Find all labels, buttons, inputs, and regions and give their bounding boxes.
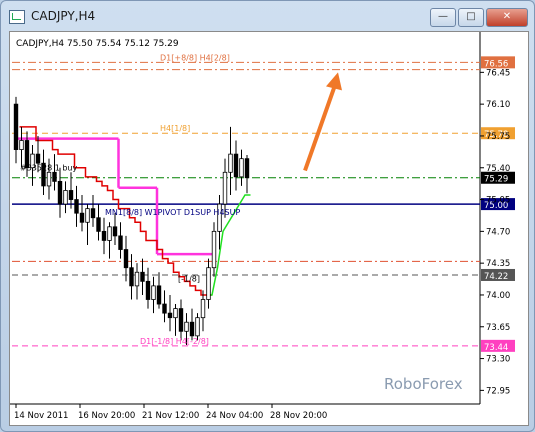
chart-app-icon	[9, 10, 25, 24]
chart-svg: CADJPY,H4 75.50 75.54 75.12 75.29 D1[+8/8…	[10, 32, 515, 421]
level-label: MN1[8/8] W1PIVOT D1SUP H4SUP	[105, 208, 240, 217]
candle-body	[195, 317, 200, 337]
candle-body	[74, 199, 79, 214]
candle-body	[101, 230, 107, 241]
candle-body	[189, 321, 195, 337]
y-tick-label: 76.45	[486, 68, 510, 78]
candle-body	[123, 249, 129, 269]
y-tick-label: 72.95	[486, 386, 510, 396]
candle-body	[90, 208, 96, 219]
candle-body	[178, 308, 184, 332]
chart-area[interactable]: CADJPY,H4 75.50 75.54 75.12 75.29 D1[+8/8…	[9, 31, 529, 426]
candle-body	[228, 153, 233, 173]
y-tick-label: 74.35	[486, 259, 510, 269]
window-title: CADJPY,H4	[31, 9, 96, 23]
candle-body	[52, 171, 57, 182]
candle-body	[107, 226, 112, 241]
candle-body	[46, 171, 52, 187]
candle-body	[145, 280, 151, 300]
y-tick-label: 76.10	[486, 100, 510, 110]
candle-body	[156, 285, 162, 305]
trend-arrow-head	[326, 72, 342, 91]
chart-header: CADJPY,H4 75.50 75.54 75.12 75.29	[16, 39, 179, 49]
x-tick-label: 16 Nov 20:00	[78, 411, 135, 421]
candle-body	[134, 271, 140, 287]
minimize-button[interactable]: —	[430, 8, 456, 27]
y-tick-label: 75.40	[486, 164, 510, 174]
candle-body	[222, 171, 228, 205]
candle-body	[239, 158, 244, 178]
candle-body	[129, 267, 134, 287]
price-tag-label: 73.44	[484, 343, 508, 353]
candle-body	[173, 308, 178, 319]
y-tick-label: 73.30	[486, 355, 510, 365]
y-tick-label: 74.00	[486, 291, 510, 301]
candle-body	[167, 312, 173, 319]
candle-body	[57, 180, 63, 205]
x-tick-label: 21 Nov 12:00	[142, 411, 199, 421]
level-label: D1[-1/8] H4[-2/8]	[140, 337, 209, 346]
candle-body	[112, 226, 118, 237]
level-label: H4[1/8]	[160, 124, 190, 133]
y-tick-label: 74.70	[486, 227, 510, 237]
candle-body	[151, 285, 156, 300]
maximize-button[interactable]: □	[458, 8, 484, 27]
level-label: D1[+8/8] H4[2/8]	[160, 53, 230, 62]
y-tick-label: 75.75	[486, 132, 510, 142]
y-tick-label: 73.65	[486, 323, 510, 333]
x-tick-label: 28 Nov 20:00	[270, 411, 327, 421]
candle-body	[35, 153, 41, 164]
title-bar[interactable]: CADJPY,H4 — □ ✕	[1, 1, 534, 31]
candle-body	[162, 303, 167, 314]
candle-body	[140, 271, 145, 282]
candle-body	[13, 103, 19, 150]
candle-body	[68, 190, 74, 200]
side-label: #33528 1 buy	[20, 163, 77, 172]
x-tick-label: 14 Nov 2011	[14, 411, 68, 421]
watermark-logo: RoboForex	[384, 375, 463, 393]
candle-body	[19, 140, 24, 150]
close-button[interactable]: ✕	[486, 8, 528, 27]
candle-body	[96, 217, 101, 232]
y-tick-label: 75.05	[486, 196, 510, 206]
candle-body	[118, 235, 123, 250]
price-tag-label: 74.22	[484, 272, 508, 282]
candle-body	[244, 158, 250, 179]
candle-body	[200, 299, 206, 319]
chart-window: CADJPY,H4 — □ ✕ CADJPY,H4 75.50 75.54 75…	[0, 0, 535, 432]
candle-body	[211, 230, 217, 269]
candle-body	[63, 190, 68, 205]
x-tick-label: 24 Nov 04:00	[206, 411, 263, 421]
candle-body	[79, 212, 85, 223]
side-label: [-1/8]	[178, 274, 200, 283]
trend-arrow-shaft	[303, 81, 338, 172]
candle-body	[206, 267, 211, 300]
candle-body	[184, 321, 189, 332]
candle-body	[85, 208, 90, 223]
candle-body	[233, 153, 239, 178]
price-tag-label: 75.29	[484, 175, 508, 185]
